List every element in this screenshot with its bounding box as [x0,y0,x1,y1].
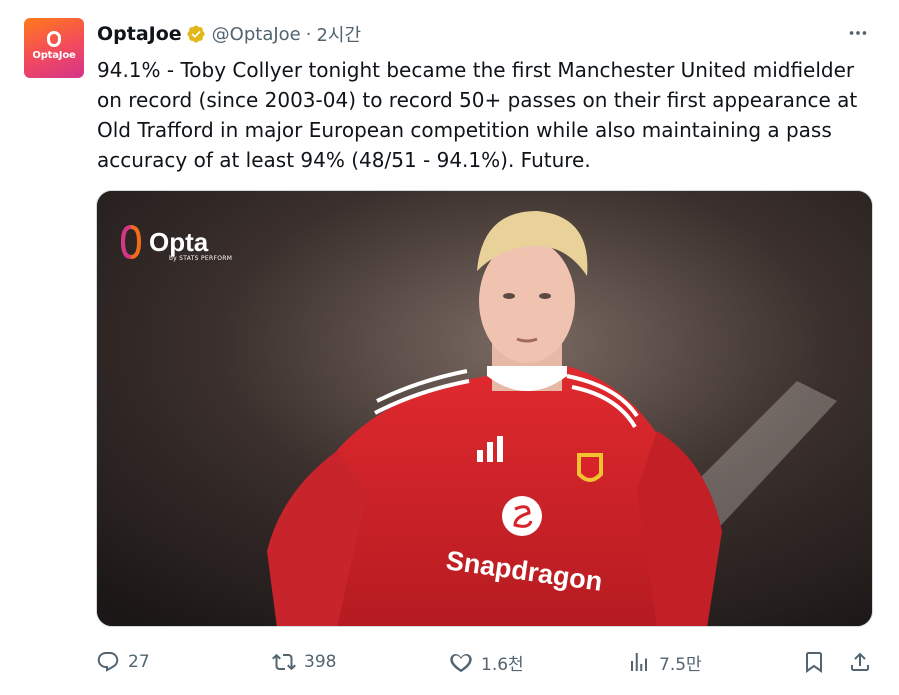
bookmark-button[interactable] [802,646,826,678]
bookmark-icon [806,652,822,673]
author-handle[interactable]: @OptaJoe [212,24,301,45]
verified-badge-icon [186,24,206,44]
timestamp[interactable]: 2시간 [316,21,361,47]
reply-count: 27 [128,652,150,672]
separator-dot: · [305,23,312,45]
more-options-icon[interactable] [845,20,871,46]
share-icon [851,652,869,671]
share-button[interactable] [848,646,872,678]
retweet-count: 398 [304,652,337,672]
reply-button[interactable]: 27 [96,646,150,678]
avatar-logo-text: OptaJoe [32,50,76,61]
view-count: 7.5만 [659,654,702,675]
tweet-header: OptaJoe @OptaJoe · 2시간 [97,22,879,46]
like-count: 1.6천 [481,654,524,675]
opta-logo-icon [47,31,61,47]
author-avatar[interactable]: OptaJoe [24,18,84,78]
retweet-button[interactable]: 398 [272,646,336,678]
heart-icon [450,653,472,673]
views-chart-icon [631,653,647,671]
tweet-actions-bar: 27 398 1.6천 7.5만 [96,646,876,678]
opta-mark-icon [121,225,141,259]
reply-icon [97,652,119,672]
opta-subtitle: by STATS PERFORM [169,255,233,262]
opta-wordmark: Opta [149,227,209,257]
retweet-icon [272,653,296,671]
author-display-name[interactable]: OptaJoe [97,23,182,45]
tweet-media-image[interactable]: Snapdragon Opta by STATS PERFORM [96,190,873,627]
like-button[interactable]: 1.6천 [449,646,524,678]
opta-brand-logo: Opta by STATS PERFORM [121,225,232,262]
views-button[interactable]: 7.5만 [627,646,702,678]
tweet-text: 94.1% - Toby Collyer tonight became the … [97,58,858,172]
